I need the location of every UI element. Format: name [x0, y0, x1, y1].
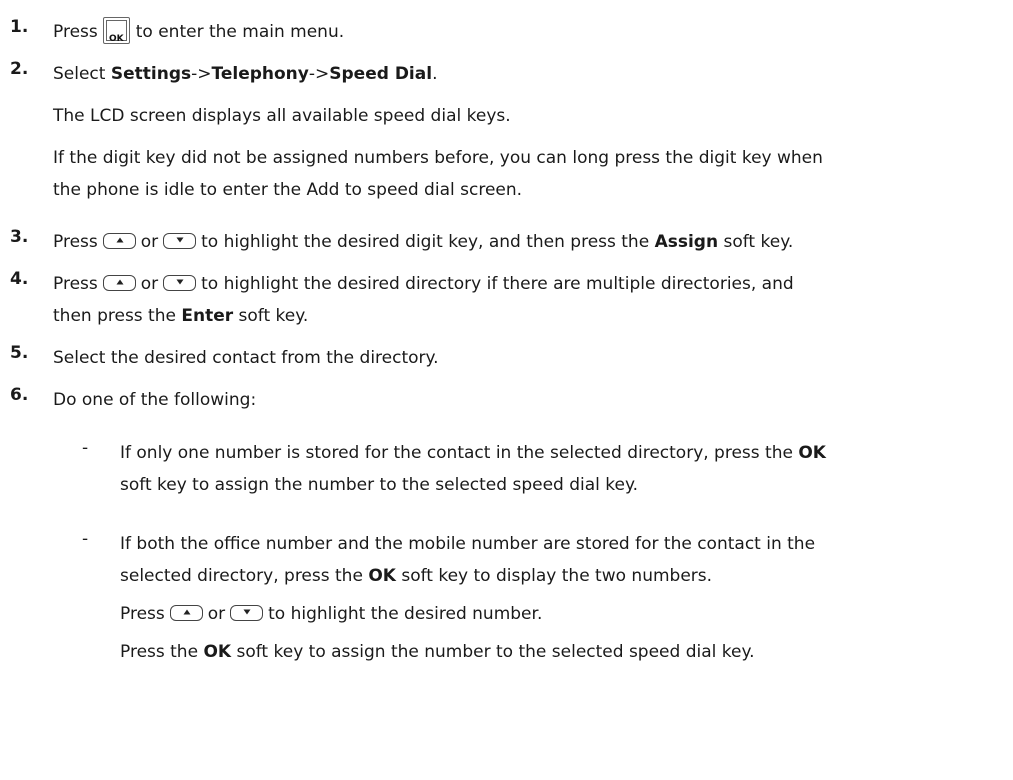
- step-text: to enter the main menu.: [135, 22, 345, 42]
- option-text: soft key to assign the number to the sel…: [231, 642, 755, 662]
- option-text: Press the: [120, 642, 204, 662]
- menu-speed-dial: Speed Dial: [329, 64, 433, 84]
- step-note: The LCD screen displays all available sp…: [53, 106, 511, 126]
- ok-softkey: OK: [203, 642, 232, 662]
- up-arrow-key-icon: [102, 232, 136, 249]
- instruction-page: 1. Press OK to enter the main menu. 2. Sel…: [0, 0, 1013, 780]
- step-number: 3.: [10, 227, 29, 247]
- down-arrow-key-icon: [230, 604, 264, 621]
- step-number: 1.: [10, 17, 29, 37]
- step-number: 2.: [10, 59, 29, 79]
- option-text: soft key to assign the number to the sel…: [120, 475, 639, 495]
- up-arrow-key-icon: [169, 604, 203, 621]
- option-text: or: [207, 604, 226, 624]
- ok-key-icon: OK: [102, 16, 130, 44]
- step-text: Press: [53, 22, 98, 42]
- step-text: or: [140, 232, 159, 252]
- enter-softkey: Enter: [181, 306, 234, 326]
- down-arrow-key-icon: [163, 232, 197, 249]
- step-text: soft key.: [718, 232, 794, 252]
- option-text: to highlight the desired number.: [268, 604, 543, 624]
- bullet-dash: -: [82, 529, 89, 549]
- up-arrow-key-icon: [102, 274, 136, 291]
- step-text: then press the: [53, 306, 182, 326]
- step-text: Select the desired contact from the dire…: [53, 348, 439, 368]
- step-text: Do one of the following:: [53, 390, 257, 410]
- menu-settings: Settings: [110, 64, 192, 84]
- step-text: to highlight the desired digit key, and …: [201, 232, 655, 252]
- menu-telephony: Telephony: [211, 64, 309, 84]
- step-text: soft key.: [233, 306, 309, 326]
- option-text: soft key to display the two numbers.: [395, 566, 713, 586]
- down-arrow-key-icon: [163, 274, 197, 291]
- bullet-dash: -: [82, 438, 89, 458]
- step-text: to highlight the desired directory if th…: [201, 274, 794, 294]
- assign-softkey: Assign: [654, 232, 719, 252]
- option-text: If only one number is stored for the con…: [120, 443, 799, 463]
- menu-path: Select Settings->Telephony->Speed Dial.: [53, 64, 438, 84]
- option-text: If both the office number and the mobile…: [120, 534, 816, 554]
- option-text: selected directory, press the: [120, 566, 369, 586]
- step-text: or: [140, 274, 159, 294]
- step-number: 6.: [10, 385, 29, 405]
- step-note: the phone is idle to enter the Add to sp…: [53, 180, 523, 200]
- ok-softkey: OK: [798, 443, 826, 463]
- option-text: Press: [120, 604, 165, 624]
- step-text: Press: [53, 232, 98, 252]
- ok-softkey: OK: [368, 566, 396, 586]
- step-number: 4.: [10, 269, 29, 289]
- step-note: If the digit key did not be assigned num…: [53, 148, 823, 168]
- step-number: 5.: [10, 343, 29, 363]
- step-text: Press: [53, 274, 98, 294]
